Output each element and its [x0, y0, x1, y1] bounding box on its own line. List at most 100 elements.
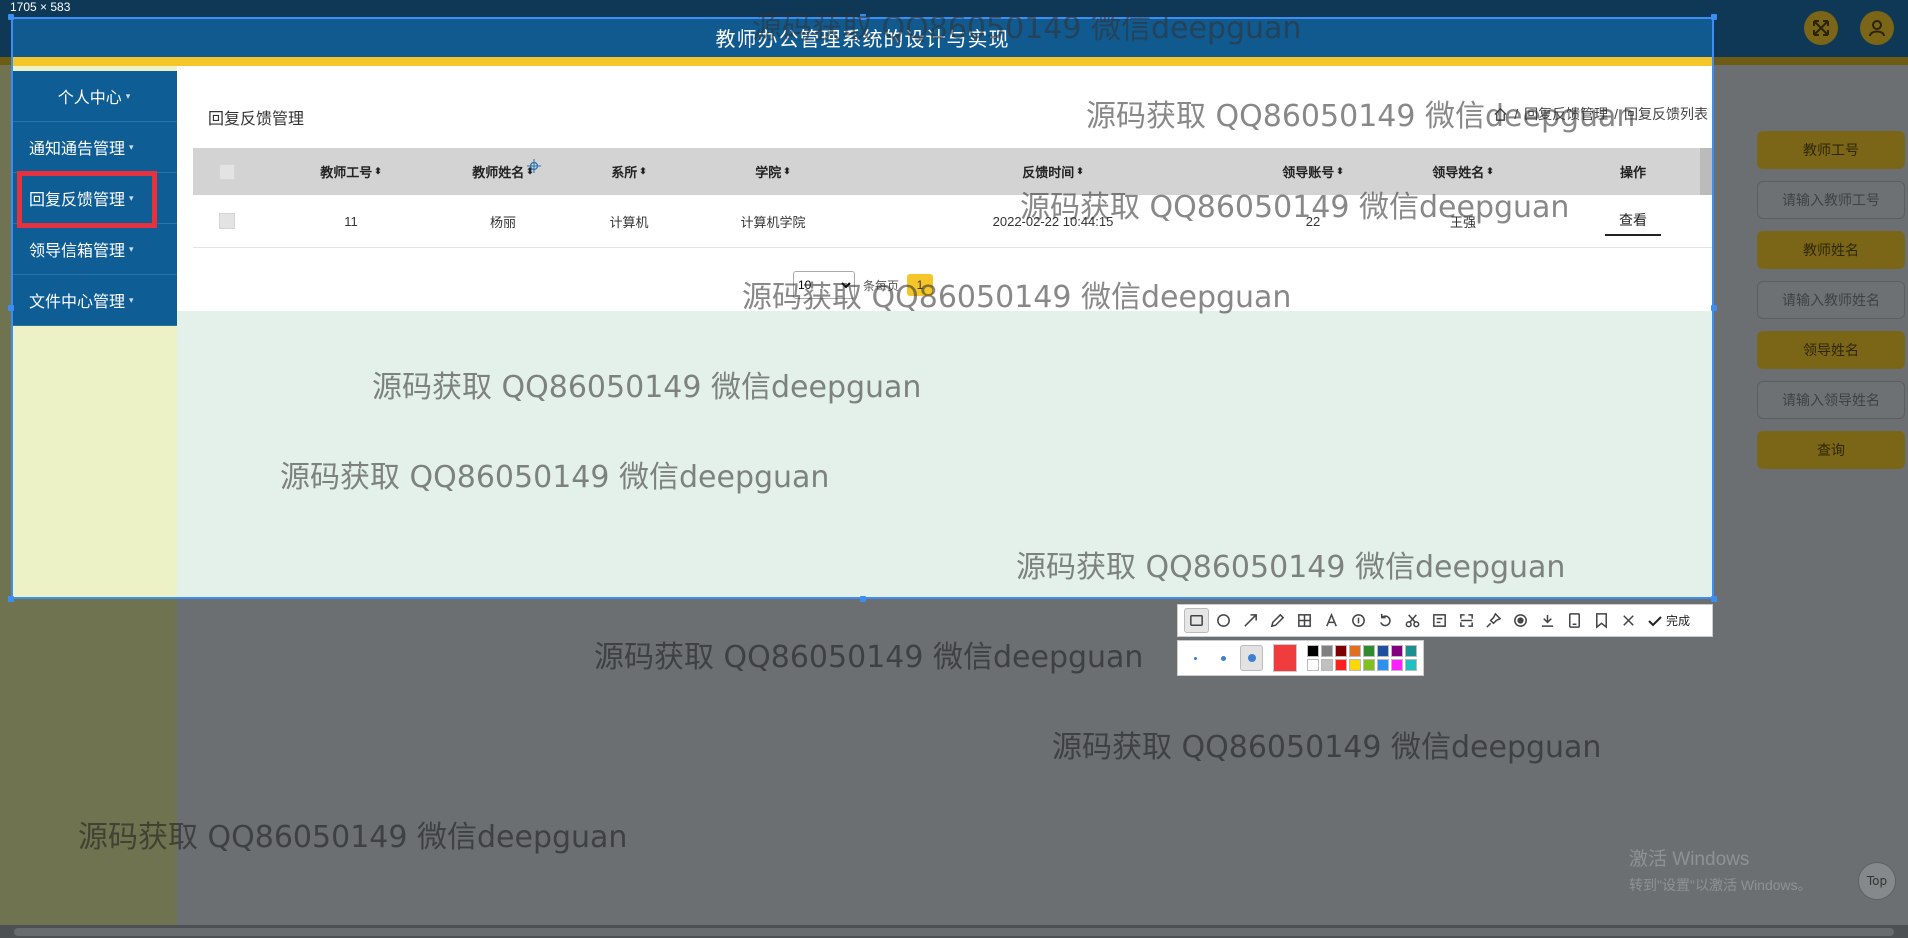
menu-item-label: 回复反馈管理 [29, 192, 126, 209]
select-all-checkbox[interactable] [219, 148, 235, 195]
color-swatch[interactable] [1348, 659, 1361, 671]
menu-item-personal-center[interactable]: 个人中心 ▾ [11, 71, 177, 122]
sort-icon: ⬍ [1076, 166, 1084, 176]
download-icon[interactable] [1535, 608, 1560, 633]
column-header-leader-name[interactable]: 领导姓名 ⬍ [1393, 148, 1533, 195]
pin-icon[interactable] [1481, 608, 1506, 633]
brush-size-large[interactable] [1240, 645, 1263, 671]
resize-handle[interactable] [8, 596, 14, 602]
color-swatch[interactable] [1334, 645, 1347, 657]
current-color-swatch[interactable] [1272, 644, 1297, 672]
color-swatch[interactable] [1376, 659, 1389, 671]
capture-toolbar: 完成 [1177, 604, 1713, 637]
close-icon[interactable] [1616, 608, 1641, 633]
text-icon[interactable] [1319, 608, 1344, 633]
filter-leader-name-button[interactable]: 领导姓名 [1757, 331, 1905, 369]
arrow-icon[interactable] [1238, 608, 1263, 633]
filter-teacher-id-button[interactable]: 教师工号 [1757, 131, 1905, 169]
menu-item-notice-management[interactable]: 通知通告管理 ▾ [11, 122, 177, 173]
filter-teacher-name-button[interactable]: 教师姓名 [1757, 231, 1905, 269]
table-row: 11 杨丽 计算机 计算机学院 2022-02-22 10:44:15 22 王… [193, 195, 1714, 248]
column-header-feedback-time[interactable]: 反馈时间 ⬍ [953, 148, 1153, 195]
table-scrollbar[interactable] [1700, 148, 1714, 195]
resize-handle[interactable] [860, 596, 866, 602]
color-swatch[interactable] [1306, 659, 1319, 671]
done-button[interactable]: 完成 [1647, 612, 1690, 629]
page-button-current[interactable]: 1 [907, 274, 934, 296]
color-swatch[interactable] [1362, 659, 1375, 671]
pagination: 102050 条每页 1 [793, 271, 934, 299]
user-button[interactable] [1860, 11, 1894, 45]
pencil-icon[interactable] [1265, 608, 1290, 633]
sort-icon: ⬍ [639, 166, 647, 176]
column-header-leader-account[interactable]: 领导账号 ⬍ [1243, 148, 1383, 195]
undo-icon[interactable] [1373, 608, 1398, 633]
row-checkbox[interactable] [219, 195, 235, 247]
color-swatch[interactable] [1390, 645, 1403, 657]
resize-handle[interactable] [8, 305, 14, 311]
column-header-actions: 操作 [1619, 165, 1646, 180]
breadcrumb-separator: / [1514, 106, 1519, 122]
color-swatch[interactable] [1404, 659, 1417, 671]
caret-down-icon: ▾ [129, 294, 134, 305]
resize-handle[interactable] [1711, 14, 1717, 20]
teacher-id-input[interactable]: 请输入教师工号 [1757, 181, 1905, 219]
color-swatch[interactable] [1320, 659, 1333, 671]
search-button[interactable]: 查询 [1757, 431, 1905, 469]
user-icon [1869, 20, 1885, 37]
breadcrumb-item[interactable]: 回复反馈管理 [1524, 104, 1608, 124]
resize-handle[interactable] [1711, 596, 1717, 602]
breadcrumb-item: 回复反馈列表 [1624, 106, 1708, 122]
save-icon[interactable] [1562, 608, 1587, 633]
color-swatch[interactable] [1320, 645, 1333, 657]
sort-icon: ⬍ [783, 166, 791, 176]
column-header-college[interactable]: 学院 ⬍ [703, 148, 843, 195]
teacher-name-input[interactable]: 请输入教师姓名 [1757, 281, 1905, 319]
record-icon[interactable] [1508, 608, 1533, 633]
color-palette [1177, 640, 1424, 676]
color-swatch[interactable] [1362, 645, 1375, 657]
activation-title: 激活 Windows [1629, 849, 1750, 870]
table-header-row: 教师工号 ⬍ 教师姓名 ⬍ 系所 ⬍ 学院 ⬍ 反馈时间 ⬍ 领导账号 ⬍ 领导姓名 ⬍ 操作 [193, 148, 1714, 195]
scan-icon[interactable] [1454, 608, 1479, 633]
menu-item-feedback-management[interactable]: 回复反馈管理 ▾ [11, 173, 177, 224]
main-content: 回复反馈管理 / 回复反馈管理 / 回复反馈列表 教师工号 ⬍ 教师姓名 ⬍ 系所 ⬍… [177, 66, 1714, 599]
done-label: 完成 [1666, 614, 1691, 628]
column-header-department[interactable]: 系所 ⬍ [569, 148, 689, 195]
home-icon[interactable] [1493, 107, 1508, 122]
resize-handle[interactable] [860, 14, 866, 20]
column-header-teacher-id[interactable]: 教师工号 ⬍ [271, 148, 431, 195]
view-button[interactable]: 查看 [1605, 206, 1661, 236]
color-swatch[interactable] [1334, 659, 1347, 671]
ocr-icon[interactable] [1427, 608, 1452, 633]
menu-item-leader-mailbox[interactable]: 领导信箱管理 ▾ [11, 224, 177, 275]
color-swatch[interactable] [1390, 659, 1403, 671]
color-swatch[interactable] [1348, 645, 1361, 657]
mosaic-icon[interactable] [1292, 608, 1317, 633]
cell-leader-name: 王强 [1449, 214, 1476, 230]
brush-size-medium[interactable] [1212, 645, 1234, 671]
color-swatch[interactable] [1376, 645, 1389, 657]
scrollbar-thumb[interactable] [14, 928, 1894, 936]
resize-handle[interactable] [1711, 305, 1717, 311]
bookmark-icon[interactable] [1589, 608, 1614, 633]
brush-size-small[interactable] [1184, 645, 1206, 671]
cut-icon[interactable] [1400, 608, 1425, 633]
color-swatch[interactable] [1306, 645, 1319, 657]
resize-handle[interactable] [8, 14, 14, 20]
page-size-select[interactable]: 102050 [793, 271, 855, 299]
column-header-teacher-name[interactable]: 教师姓名 ⬍ [423, 148, 583, 195]
breadcrumb: / 回复反馈管理 / 回复反馈列表 [1493, 104, 1708, 124]
fullscreen-button[interactable] [1804, 11, 1838, 45]
menu-item-label: 个人中心 [57, 90, 122, 107]
check-icon [1648, 615, 1662, 626]
circle-icon[interactable] [1211, 608, 1236, 633]
color-swatch[interactable] [1404, 645, 1417, 657]
capture-selection[interactable]: 教师办公管理系统的设计与实现 个人中心 ▾ 通知通告管理 ▾ 回复反馈管理 ▾ 领导信… [11, 17, 1714, 599]
rectangle-icon[interactable] [1184, 608, 1209, 633]
cell-feedback-time: 2022-02-22 10:44:15 [992, 213, 1114, 229]
leader-name-input[interactable]: 请输入领导姓名 [1757, 381, 1905, 419]
number-icon[interactable] [1346, 608, 1371, 633]
back-to-top-button[interactable]: Top [1858, 862, 1896, 900]
menu-item-file-center[interactable]: 文件中心管理 ▾ [11, 275, 177, 326]
